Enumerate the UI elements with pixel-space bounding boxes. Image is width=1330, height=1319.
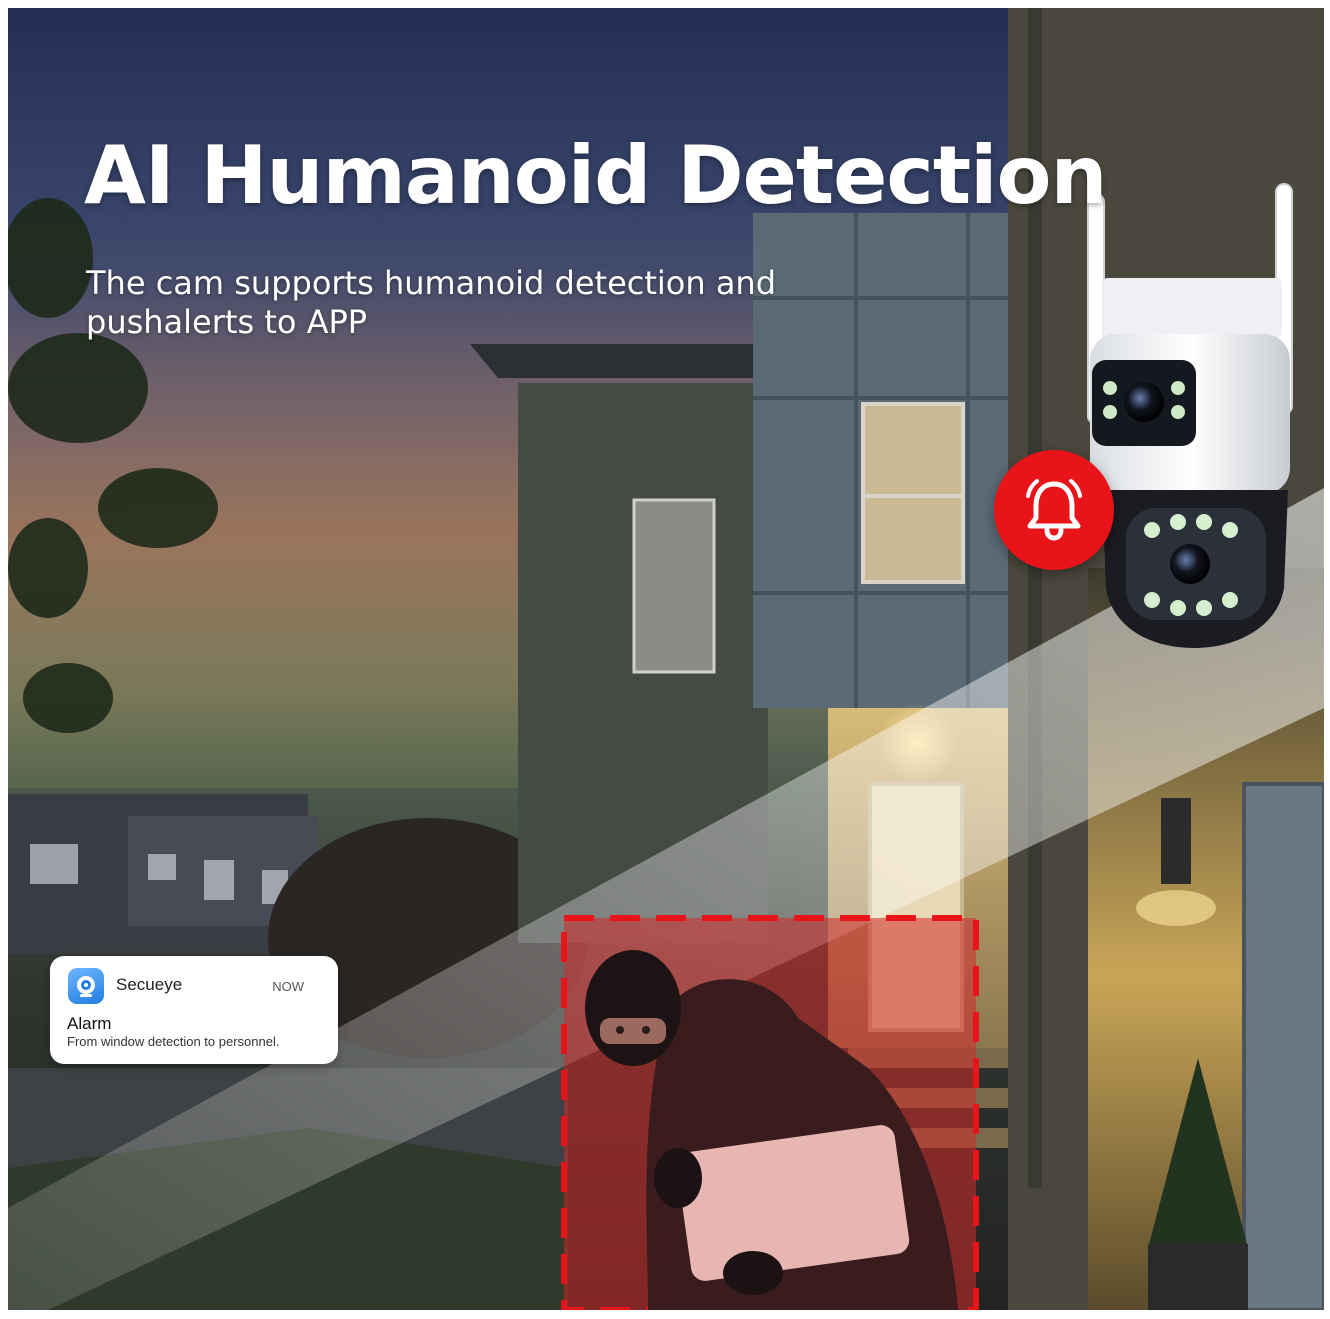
- subheadline: The cam supports humanoid detection and …: [86, 264, 806, 342]
- subheadline-line-2: pushalerts to APP: [86, 303, 368, 341]
- headline: AI Humanoid Detection: [84, 129, 1107, 222]
- notification-app-name: Secueye: [116, 975, 183, 994]
- notification-title: Alarm: [67, 1014, 112, 1033]
- wall-lamp: [1161, 798, 1191, 884]
- house-window-left: [632, 498, 716, 674]
- alarm-badge: [994, 450, 1114, 570]
- roof-eave: [470, 344, 753, 378]
- push-notification[interactable]: Secueye NOW Alarm From window detection …: [50, 956, 338, 1064]
- notification-body: From window detection to personnel.: [67, 1034, 280, 1049]
- camera-eye-icon: [68, 968, 104, 1004]
- promo-banner: AI Humanoid Detection The cam supports h…: [8, 8, 1324, 1310]
- bell-icon: [1026, 479, 1082, 541]
- camera-mount: [1102, 278, 1282, 338]
- subheadline-line-1: The cam supports humanoid detection and: [86, 264, 777, 302]
- notification-time: NOW: [272, 979, 304, 994]
- house-window-upper: [861, 402, 965, 584]
- garage-door: [1242, 782, 1324, 1310]
